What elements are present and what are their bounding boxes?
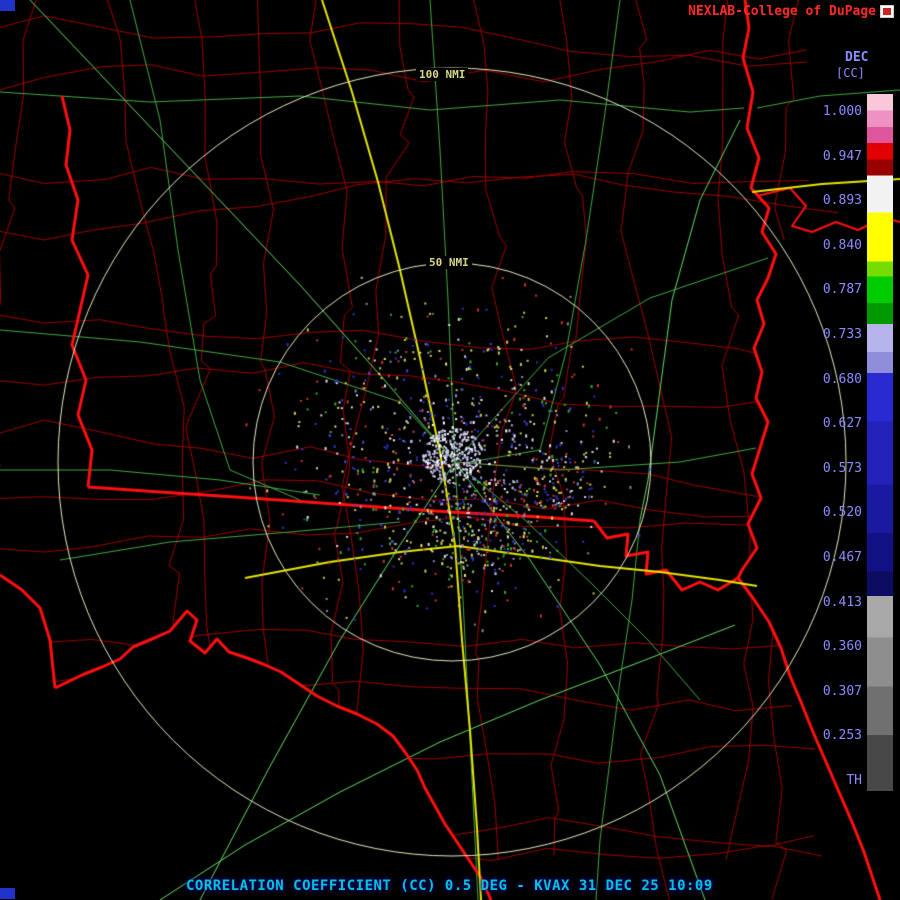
range-ring-label-100nmi: 100 NMI [416,68,469,81]
radar-echoes-canvas [0,0,900,900]
colorbar [867,94,893,791]
corner-marker-bottom-left [0,888,15,899]
product-label: [CC] [836,66,865,80]
radar-display: NEXLAB-College of DuPage DEC [CC] 1.000 0… [0,0,900,900]
corner-marker-top-left [0,0,15,11]
attribution: NEXLAB-College of DuPage [688,4,894,19]
unit-label: DEC [845,50,869,65]
status-text: CORRELATION COEFFICIENT (CC) 0.5 DEG - K… [186,878,713,894]
range-ring-label-50nmi: 50 NMI [426,256,472,269]
cod-logo-icon [880,5,894,18]
attribution-text: NEXLAB-College of DuPage [688,4,876,19]
